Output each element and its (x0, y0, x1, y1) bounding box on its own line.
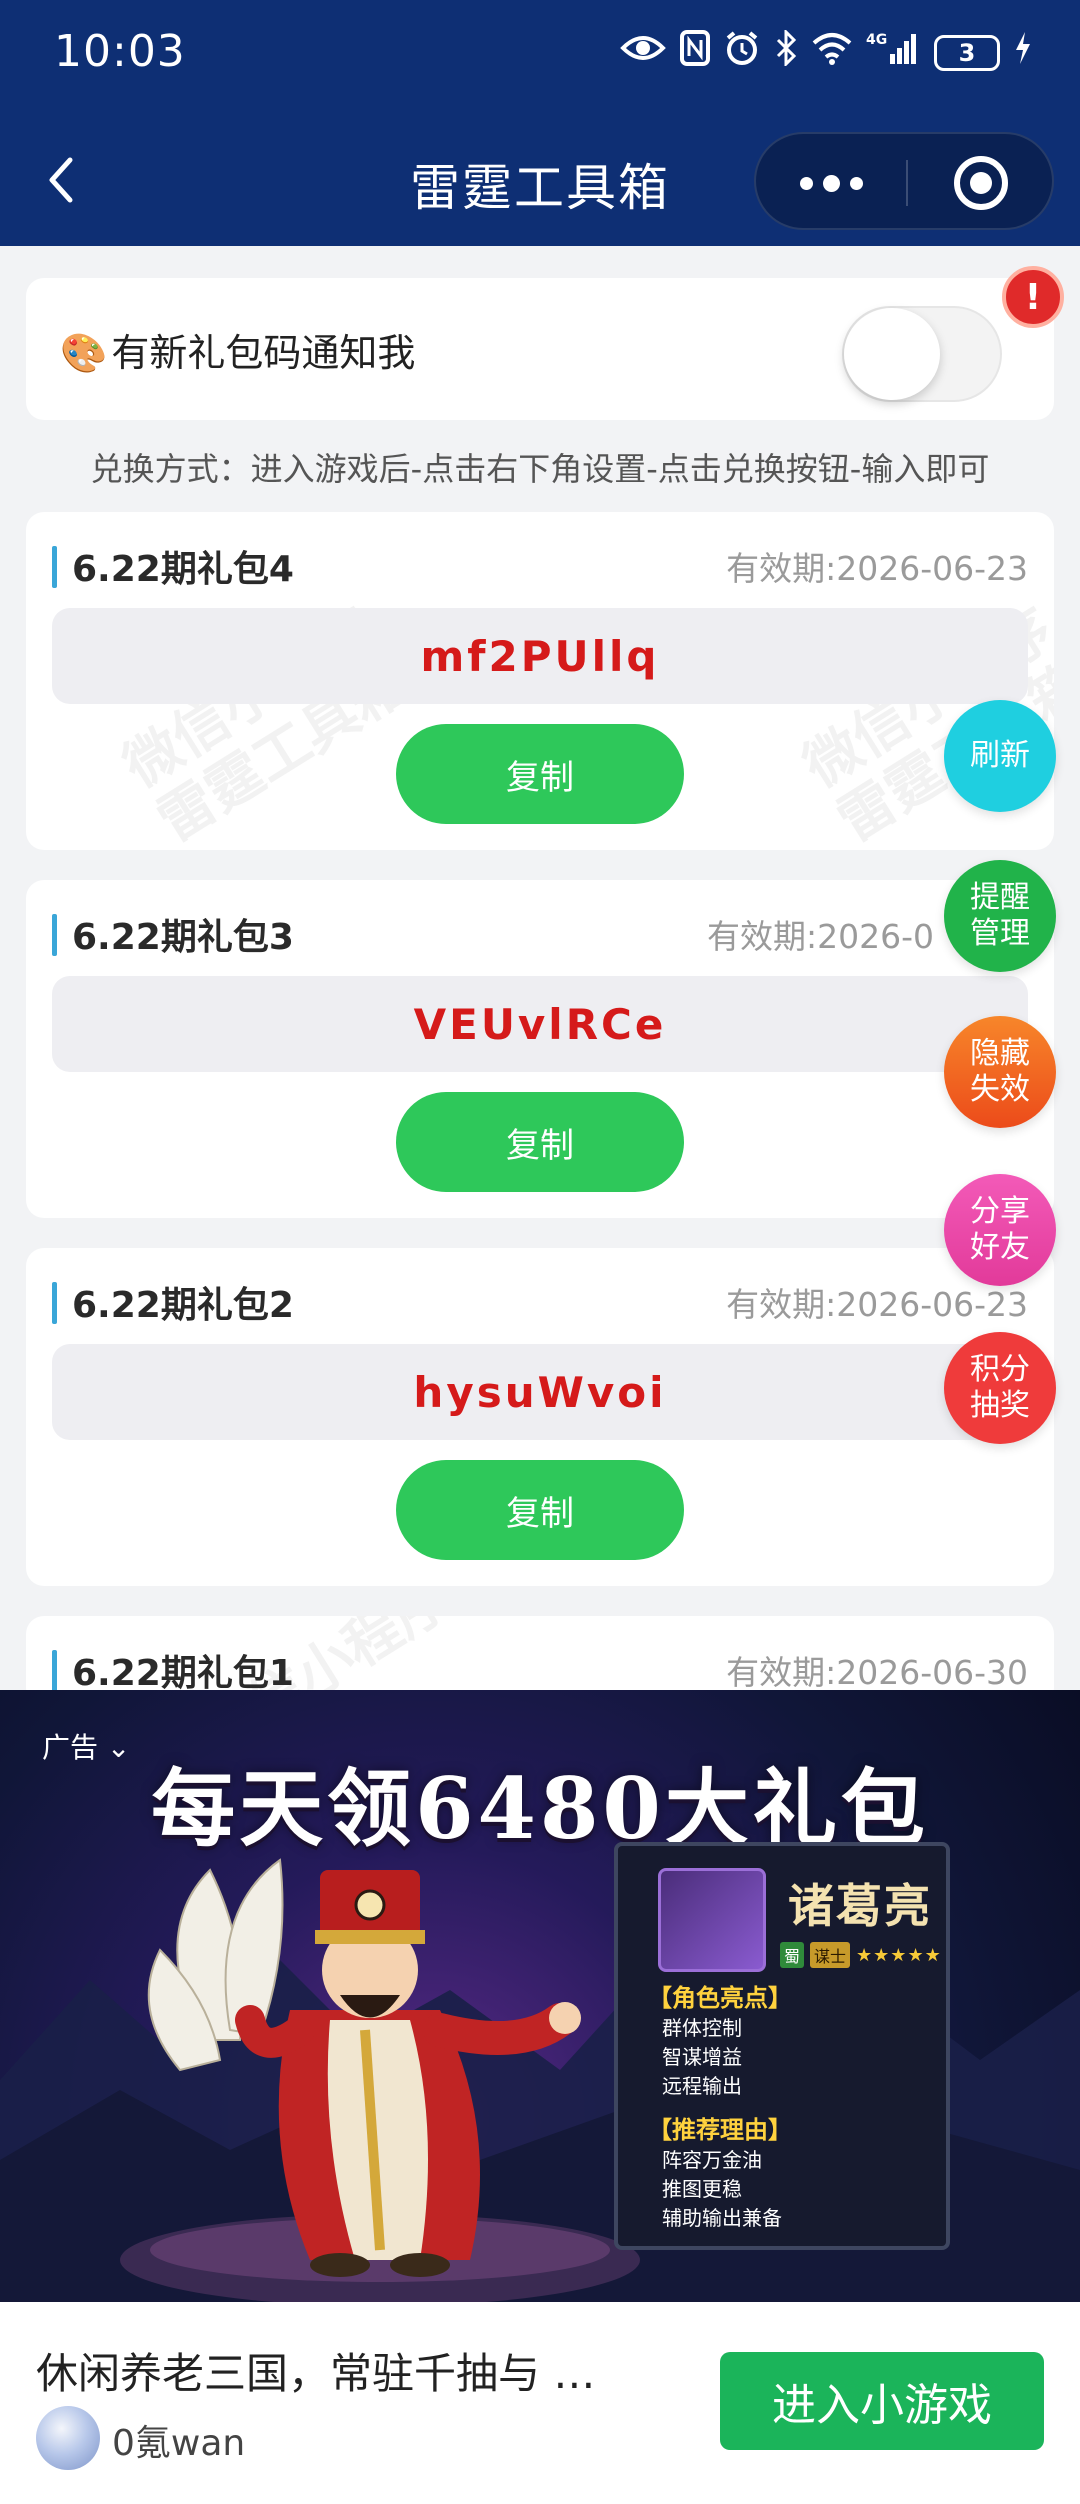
reminder-manage-button[interactable]: 提醒管理 (944, 860, 1056, 972)
role-tag: 谋士 (810, 1942, 851, 1968)
points-lottery-button[interactable]: 积分抽奖 (944, 1332, 1056, 1444)
mini-program-capsule (754, 132, 1054, 230)
more-dot-icon (799, 176, 813, 190)
copy-button[interactable]: 复制 (396, 1460, 684, 1560)
gift-title: 6.22期礼包3 (72, 917, 294, 958)
ad-author: 0氪wan (112, 2423, 246, 2464)
hero-name: 诸葛亮 (788, 1879, 932, 1933)
gift-title: 6.22期礼包1 (72, 1653, 294, 1694)
share-friends-button[interactable]: 分享好友 (944, 1174, 1056, 1286)
hero-illustration (147, 1858, 581, 2277)
hero-portrait-icon (658, 1868, 766, 1972)
enter-mini-game-button[interactable]: 进入小游戏 (720, 2352, 1044, 2450)
redeem-instructions: 兑换方式：进入游戏后-点击右下角设置-点击兑换按钮-输入即可 (90, 450, 990, 488)
gift-expiry: 有效期:2026-06-30 (726, 1653, 1028, 1692)
gift-expiry: 有效期:2026-06-23 (726, 549, 1028, 588)
svg-text:4G: 4G (866, 32, 887, 48)
gift-code[interactable]: hysuWvoi (52, 1344, 1028, 1440)
refresh-button[interactable]: 刷新 (944, 700, 1056, 812)
signal-icon: 4G (866, 30, 920, 75)
faction-tag: 蜀 (780, 1942, 805, 1968)
gift-card: 6.22期礼包2 有效期:2026-06-23 hysuWvoi 复制 (26, 1248, 1054, 1586)
eye-icon (620, 32, 666, 73)
title-accent-bar (52, 546, 57, 588)
notify-label-row: 🎨 有新礼包码通知我 (60, 322, 415, 377)
title-accent-bar (52, 1650, 57, 1692)
ad-banner[interactable]: 广告 ⌄ 每天领6480大礼包 诸葛亮 蜀 谋士 ★★★★★ 【角色亮点】 群体… (0, 1690, 1080, 2302)
section-title: 【推荐理由】 (648, 2116, 792, 2144)
copy-button[interactable]: 复制 (396, 724, 684, 824)
notify-toggle[interactable] (842, 306, 1002, 402)
hero-info-card: 诸葛亮 蜀 谋士 ★★★★★ 【角色亮点】 群体控制 智谋增益 远程输出 【推荐… (614, 1842, 950, 2250)
section-items: 阵容万金油 推图更稳 辅助输出兼备 (662, 2148, 782, 2230)
title-accent-bar (52, 914, 57, 956)
gift-expiry: 有效期:2026-0 (706, 917, 934, 956)
capsule-divider (906, 160, 908, 206)
status-icons: 4G 3 (620, 28, 1032, 75)
nfc-icon (680, 30, 710, 75)
gift-expiry: 有效期:2026-06-23 (726, 1285, 1028, 1324)
gift-title: 6.22期礼包4 (72, 549, 294, 590)
gift-title: 6.22期礼包2 (72, 1285, 294, 1326)
more-button[interactable] (756, 134, 906, 232)
hide-expired-button[interactable]: 隐藏失效 (944, 1016, 1056, 1128)
palette-icon: 🎨 (60, 331, 108, 375)
ad-game-title[interactable]: 休闲养老三国，常驻千抽与 … (36, 2340, 595, 2401)
alert-badge-icon[interactable]: ! (1002, 266, 1064, 328)
notify-label: 有新礼包码通知我 (111, 331, 416, 375)
ad-footer: 休闲养老三国，常驻千抽与 … 0氪wan 进入小游戏 (0, 2302, 1080, 2504)
close-miniprogram-button[interactable] (954, 156, 1008, 210)
hero-tags: 蜀 谋士 ★★★★★ (780, 1942, 942, 1968)
gift-code[interactable]: VEUvlRCe (52, 976, 1028, 1072)
header: 10:03 4G 3 雷霆工具箱 (0, 0, 1080, 246)
title-accent-bar (52, 1282, 57, 1324)
star-rating: ★★★★★ (856, 1944, 942, 1966)
charging-icon (1014, 31, 1032, 74)
gift-card: 微信小程序雷霆工具箱 微信小程序雷霆工具箱 6.22期礼包4 有效期:2026-… (26, 512, 1054, 850)
toggle-knob (844, 308, 940, 400)
bluetooth-icon (774, 28, 798, 75)
wifi-icon (812, 31, 852, 74)
gift-card: 6.22期礼包3 有效期:2026-0 VEUvlRCe 复制 (26, 880, 1054, 1218)
more-dot-icon (822, 174, 840, 192)
section-title: 【角色亮点】 (648, 1984, 792, 2012)
alarm-icon (724, 30, 760, 75)
status-time: 10:03 (54, 26, 186, 77)
gift-code[interactable]: mf2PUllq (52, 608, 1028, 704)
section-items: 群体控制 智谋增益 远程输出 (662, 2016, 742, 2098)
more-dot-icon (849, 176, 863, 190)
notify-card: 🎨 有新礼包码通知我 (26, 278, 1054, 420)
copy-button[interactable]: 复制 (396, 1092, 684, 1192)
battery-icon: 3 (934, 34, 1000, 71)
avatar (36, 2406, 100, 2470)
